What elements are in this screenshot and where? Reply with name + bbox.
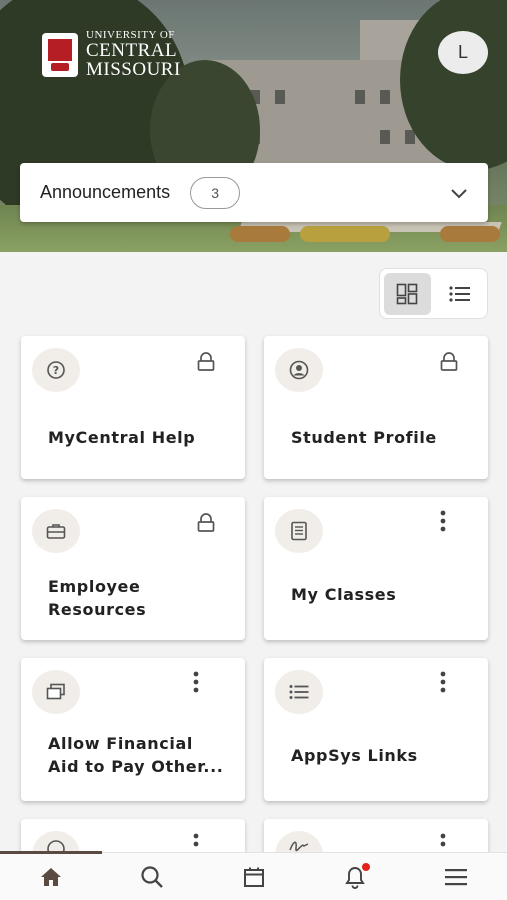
list-icon: [275, 670, 323, 714]
tile-title: Allow Financial Aid to Pay Other...: [48, 734, 224, 776]
nav-menu[interactable]: [406, 853, 507, 900]
more-vertical-icon[interactable]: [434, 510, 452, 532]
grid-view-button[interactable]: [384, 272, 431, 315]
svg-text:?: ?: [53, 364, 59, 377]
seal-icon: [42, 32, 78, 77]
lock-icon: [440, 352, 458, 372]
list-view-button[interactable]: [437, 273, 484, 315]
tile-my-classes[interactable]: My Classes: [264, 497, 488, 640]
help-circle-icon: ?: [32, 348, 80, 392]
tile-financial-aid[interactable]: Allow Financial Aid to Pay Other...: [21, 658, 245, 801]
tile-student-profile[interactable]: Student Profile: [264, 336, 488, 479]
tile-title: MyCentral Help: [48, 428, 196, 447]
lock-icon: [197, 513, 215, 533]
windows-icon: [32, 670, 80, 714]
more-vertical-icon[interactable]: [434, 671, 452, 693]
tile-appsys-links[interactable]: AppSys Links: [264, 658, 488, 801]
tile-employee-resources[interactable]: Employee Resources: [21, 497, 245, 640]
more-vertical-icon[interactable]: [434, 833, 452, 853]
book-icon: [275, 509, 323, 553]
nav-calendar[interactable]: [203, 853, 304, 900]
announcements-count-badge: 3: [190, 176, 241, 209]
announcements-bar[interactable]: Announcements 3: [20, 163, 488, 222]
chevron-down-icon[interactable]: [450, 184, 468, 202]
home-icon: [40, 867, 61, 886]
more-vertical-icon[interactable]: [187, 833, 205, 853]
notification-dot: [362, 863, 371, 871]
nav-search[interactable]: [101, 853, 202, 900]
calendar-icon: [243, 867, 264, 887]
briefcase-icon: [32, 509, 80, 553]
user-circle-icon: [275, 348, 323, 392]
user-avatar[interactable]: L: [438, 31, 488, 74]
nav-home[interactable]: [0, 853, 101, 900]
bottom-nav: [0, 851, 507, 900]
university-logo: UNIVERSITY OF CENTRAL MISSOURI: [42, 30, 181, 79]
view-toggle: [379, 268, 488, 319]
menu-icon: [445, 868, 468, 885]
grid-view-icon: [396, 283, 418, 304]
tile-title: Employee Resources: [48, 577, 147, 619]
announcements-label: Announcements: [40, 182, 171, 202]
tile-mycentral-help[interactable]: ? MyCentral Help: [21, 336, 245, 479]
lock-icon: [197, 352, 215, 372]
tile-title: Student Profile: [291, 428, 437, 447]
logo-line-2: CENTRAL: [86, 40, 178, 61]
logo-line-3: MISSOURI: [86, 59, 181, 80]
search-icon: [141, 865, 163, 888]
list-view-icon: [449, 285, 470, 302]
nav-notifications[interactable]: [304, 853, 405, 900]
tile-title: AppSys Links: [291, 746, 418, 765]
more-vertical-icon[interactable]: [187, 671, 205, 693]
tile-title: My Classes: [291, 585, 397, 604]
